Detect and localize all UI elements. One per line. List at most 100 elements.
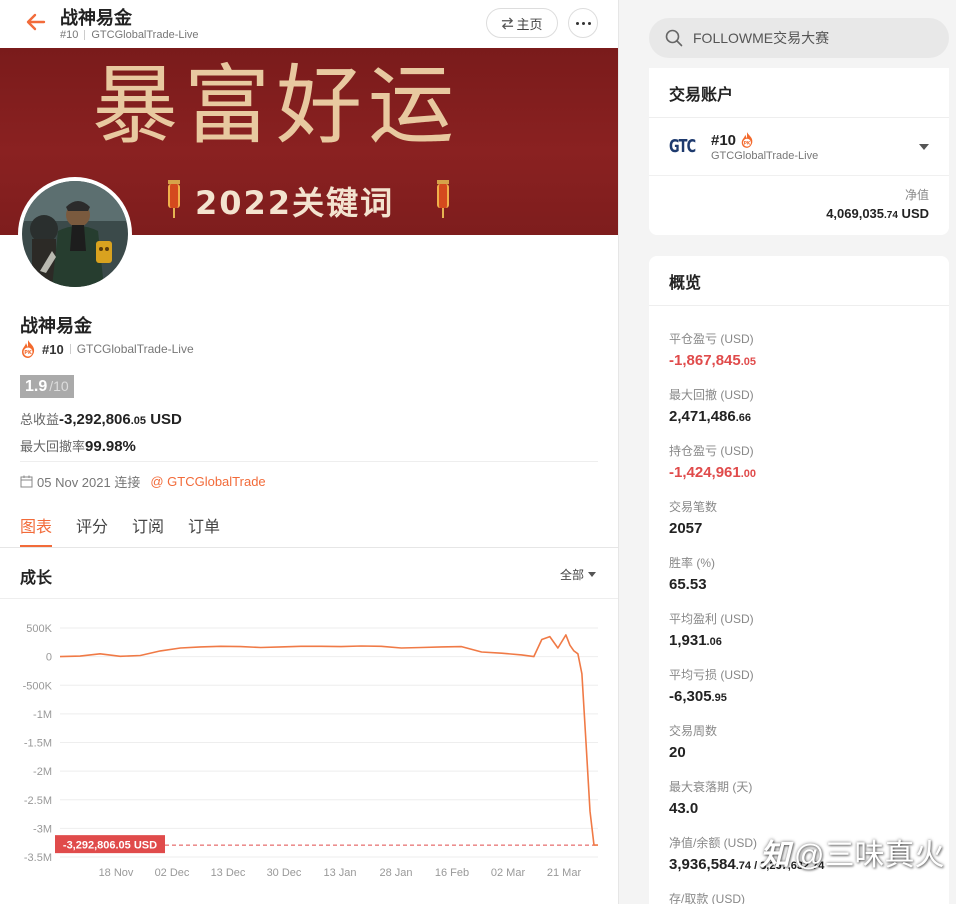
profile-tabs: 图表 评分 订阅 订单 [20, 513, 244, 547]
separator [84, 30, 86, 40]
total-profit-unit: USD [146, 411, 182, 428]
x-tick-label: 13 Jan [323, 867, 356, 879]
separator [69, 344, 71, 354]
score-value: 1.9 [25, 378, 48, 395]
broker-link[interactable]: @ GTCGlobalTrade [150, 474, 265, 489]
growth-chart[interactable]: 500K 0 -500K -1M -1.5M -2M -2.5M -3M -3.5M 18 Nov… [0, 605, 618, 904]
divider [0, 598, 618, 599]
max-drawdown-label: 最大回撤率 [20, 439, 86, 454]
search-input[interactable] [693, 30, 923, 46]
overview-item-value: -1,867,845.05 [669, 352, 949, 369]
tab-chart[interactable]: 图表 [20, 513, 53, 547]
net-value: 4,069,035.74 USD [649, 206, 929, 221]
y-tick-label: 500K [26, 623, 52, 635]
overview-item-value: -6,305.95 [669, 688, 949, 705]
overview-item-dec: .00 [740, 468, 757, 480]
overview-item-value: 2,471,486.66 [669, 408, 949, 425]
dot-icon [575, 21, 579, 25]
trading-account-title: 交易账户 [649, 68, 949, 118]
svg-text:PK: PK [744, 140, 751, 146]
overview-item-value: -1,424,961.00 [669, 464, 949, 481]
search-box[interactable] [649, 18, 949, 58]
lantern-icon [168, 180, 180, 218]
y-tick-label: -1.5M [24, 738, 52, 750]
max-drawdown-value: 99.98% [85, 438, 136, 455]
overview-item: 平均亏损 (USD) -6,305.95 [649, 660, 949, 716]
overview-item: 平仓盈亏 (USD) -1,867,845.05 [649, 324, 949, 380]
overview-item-label: 平仓盈亏 (USD) [669, 332, 754, 346]
home-button[interactable]: 主页 [486, 8, 558, 38]
overview-item-label: 持仓盈亏 (USD) [669, 444, 754, 458]
watermark-text: @三味真火 [794, 839, 945, 872]
avatar[interactable] [18, 177, 132, 291]
trading-account-card: 交易账户 GTC #10 PK GTCGlobalTrade-Live 净值 4… [649, 68, 949, 235]
chevron-down-icon [588, 572, 597, 577]
overview-item-label: 交易周数 [669, 724, 718, 738]
overview-item: 交易笔数 2057 [649, 492, 949, 548]
overview-item-label: 存/取款 (USD) [669, 892, 745, 904]
net-value-unit: USD [897, 206, 929, 221]
dot-icon [581, 21, 585, 25]
overview-item-dec: .06 [706, 636, 722, 648]
pk-badge-icon: PK [741, 132, 753, 148]
x-tick-label: 18 Nov [99, 867, 134, 879]
swap-icon [502, 16, 514, 30]
overview-item-value: 65.53 [669, 576, 949, 593]
overview-item-value: 2057 [669, 520, 949, 537]
tab-orders[interactable]: 订单 [188, 513, 220, 547]
joined-row: 05 Nov 2021 连接 @ GTCGlobalTrade [20, 472, 266, 491]
overview-item-value: 43.0 [669, 800, 949, 817]
overview-item-label: 交易笔数 [669, 500, 718, 514]
current-value-label: -3,292,806.05 USD [63, 840, 157, 852]
banner-year-text: 2022关键词 [195, 184, 395, 222]
net-value-block: 净值 4,069,035.74 USD [649, 176, 949, 233]
overview-item-int: 43.0 [669, 800, 699, 817]
profile-account: GTCGlobalTrade-Live [76, 342, 194, 356]
overview-item-value: 1,931.06 [669, 632, 949, 649]
back-arrow-icon[interactable] [24, 10, 48, 34]
lantern-icon [437, 180, 449, 218]
more-options-button[interactable] [568, 8, 598, 38]
profile-rank-row: PK #10 GTCGlobalTrade-Live [20, 340, 194, 358]
y-tick-label: -2.5M [24, 795, 52, 807]
overview-item: 最大回撤 (USD) 2,471,486.66 [649, 380, 949, 436]
home-button-label: 主页 [516, 16, 543, 32]
search-icon [665, 29, 683, 47]
banner-main-text: 暴富好运 [92, 56, 460, 156]
range-dropdown[interactable]: 全部 [560, 566, 597, 583]
y-tick-label: -3.5M [24, 852, 52, 864]
series-line [59, 634, 598, 846]
overview-item-dec: .95 [711, 692, 727, 704]
x-tick-label: 02 Dec [155, 867, 190, 879]
header-rank: #10 [60, 29, 79, 41]
x-tick-label: 28 Jan [379, 867, 412, 879]
overview-item-label: 平均亏损 (USD) [669, 668, 754, 682]
overview-item-int: 2057 [669, 520, 703, 537]
x-tick-label: 13 Dec [211, 867, 246, 879]
tab-rating[interactable]: 评分 [76, 513, 108, 547]
main-panel: 战神易金 #10 GTCGlobalTrade-Live 主页 暴富好运 202… [0, 0, 618, 904]
overview-item-int: 65.53 [669, 576, 707, 593]
tab-subscribe[interactable]: 订阅 [132, 513, 164, 547]
top-header: 战神易金 #10 GTCGlobalTrade-Live 主页 [0, 0, 618, 48]
account-info: #10 PK GTCGlobalTrade-Live [711, 132, 919, 162]
x-tick-label: 02 Mar [491, 867, 526, 879]
overview-item-int: -1,424,961 [669, 464, 741, 481]
account-rank: #10 [711, 131, 737, 149]
net-value-int: 4,069,035 [826, 206, 885, 221]
growth-title: 成长 [20, 570, 53, 587]
overview-item-int: -1,867,845 [669, 352, 741, 369]
overview-item: 胜率 (%) 65.53 [649, 548, 949, 604]
account-name: GTCGlobalTrade-Live [711, 149, 819, 162]
overview-item-int: 1,931 [669, 632, 707, 649]
right-sidebar: 交易账户 GTC #10 PK GTCGlobalTrade-Live 净值 4… [619, 0, 956, 904]
calendar-icon [20, 475, 33, 488]
range-value: 全部 [560, 568, 585, 582]
divider [20, 461, 598, 462]
x-tick-label: 21 Mar [547, 867, 582, 879]
overview-item-int: 3,936,584 [669, 856, 736, 873]
account-selector[interactable]: GTC #10 PK GTCGlobalTrade-Live [649, 118, 949, 176]
total-profit-row: 总收益-3,292,806.05 USD [20, 409, 182, 428]
chevron-down-icon[interactable] [919, 143, 929, 150]
overview-item-label: 最大衰落期 (天) [669, 780, 753, 794]
